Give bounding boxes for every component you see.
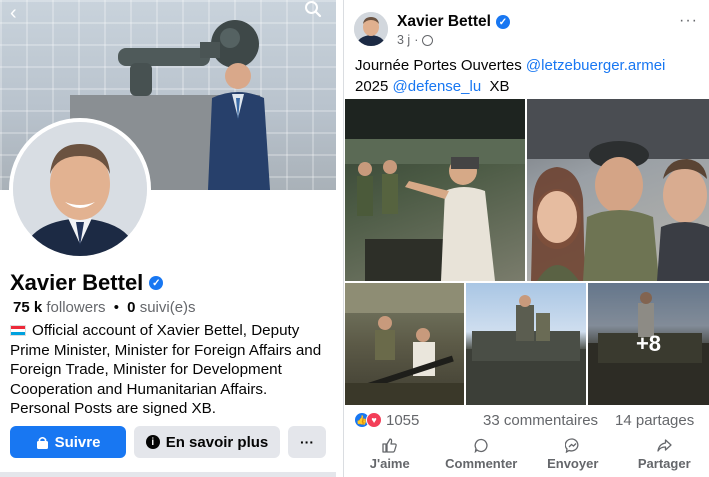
post-time[interactable]: 3 j [397, 33, 410, 47]
profile-avatar[interactable] [9, 118, 151, 260]
back-chevron-icon[interactable]: ‹ [10, 2, 17, 25]
post-panel: Xavier Bettel ✓ 3 j · ··· Journée Portes… [343, 0, 709, 477]
post-author[interactable]: Xavier Bettel ✓ [397, 13, 510, 31]
post-header: Xavier Bettel ✓ 3 j · ··· [354, 12, 704, 52]
mention-armei[interactable]: @letzebuerger.armei [526, 57, 665, 74]
mention-defense[interactable]: @defense_lu [393, 78, 482, 95]
verified-badge-icon: ✓ [149, 276, 164, 290]
reaction-count[interactable]: 1055 [386, 412, 419, 429]
thumbs-up-icon [382, 438, 398, 456]
profile-actions: Suivre i En savoir plus ··· [10, 426, 326, 458]
stats-separator: • [113, 299, 119, 316]
comment-bubble-icon [474, 438, 489, 456]
post-text-part3: XB [481, 78, 510, 95]
comment-button[interactable]: Commenter [436, 438, 528, 474]
profile-name: Xavier Bettel ✓ [10, 270, 164, 296]
search-icon[interactable] [304, 0, 322, 23]
profile-panel: ‹ Xavier Bettel ✓ 75 k followers • 0 sui… [0, 0, 336, 477]
more-photos-count: +8 [635, 331, 662, 356]
section-divider [0, 472, 336, 477]
info-icon: i [145, 435, 160, 449]
like-label: J'aime [369, 456, 410, 471]
profile-bio: Official account of Xavier Bettel, Deput… [10, 321, 330, 419]
following-count[interactable]: 0 [127, 299, 135, 316]
photo-3[interactable] [345, 283, 464, 405]
more-info-label: En savoir plus [165, 433, 269, 451]
post-meta: 3 j · [397, 33, 434, 47]
photo-5[interactable]: +8 [588, 283, 709, 405]
verified-badge-icon: ✓ [495, 15, 510, 29]
follow-lock-icon [36, 436, 48, 449]
shares-count[interactable]: 14 partages [615, 412, 694, 429]
profile-stats: 75 k followers • 0 suivi(e)s [13, 299, 196, 316]
post-author-avatar[interactable] [354, 12, 388, 46]
followers-count[interactable]: 75 k [13, 299, 42, 316]
reactions-bar: 👍 ♥ 1055 33 commentaires 14 partages [354, 411, 704, 431]
share-button[interactable]: Partager [619, 438, 709, 474]
cover-person [208, 63, 270, 190]
messenger-icon [564, 438, 580, 456]
photo-grid: +8 [344, 99, 709, 405]
post-meta-separator: · [414, 33, 419, 47]
send-label: Envoyer [547, 456, 599, 471]
screenshot-root: ‹ Xavier Bettel ✓ 75 k followers • 0 sui… [0, 0, 709, 477]
share-label: Partager [637, 456, 691, 471]
post-text-part1: Journée Portes Ouvertes [355, 57, 526, 74]
post-text-part2: 2025 [355, 78, 393, 95]
profile-name-text: Xavier Bettel [10, 270, 144, 295]
like-button[interactable]: J'aime [344, 438, 436, 474]
love-reaction-icon: ♥ [366, 412, 382, 428]
post-text: Journée Portes Ouvertes @letzebuerger.ar… [355, 55, 700, 97]
photo-2[interactable] [527, 99, 709, 281]
bio-text: Official account of Xavier Bettel, Deput… [10, 322, 322, 417]
luxembourg-flag-icon [10, 325, 26, 336]
send-button[interactable]: Envoyer [527, 438, 619, 474]
post-action-bar: J'aime Commenter Envoyer Partager [344, 438, 709, 474]
follow-label: Suivre [54, 433, 101, 451]
photo-4[interactable] [466, 283, 586, 405]
post-options-icon[interactable]: ··· [679, 12, 698, 30]
post-author-name[interactable]: Xavier Bettel [397, 13, 491, 31]
more-options-label: ··· [300, 434, 314, 450]
comment-label: Commenter [445, 456, 518, 471]
more-options-button[interactable]: ··· [288, 426, 326, 458]
more-info-button[interactable]: i En savoir plus [134, 426, 280, 458]
globe-icon [422, 34, 434, 46]
photo-1[interactable] [345, 99, 525, 281]
more-photos-overlay[interactable]: +8 [588, 283, 709, 405]
follow-button[interactable]: Suivre [10, 426, 126, 458]
following-label[interactable]: suivi(e)s [140, 299, 196, 316]
share-arrow-icon [657, 438, 672, 456]
comments-count[interactable]: 33 commentaires [483, 412, 598, 429]
followers-label[interactable]: followers [46, 299, 105, 316]
reaction-icons[interactable]: 👍 ♥ [354, 412, 382, 428]
